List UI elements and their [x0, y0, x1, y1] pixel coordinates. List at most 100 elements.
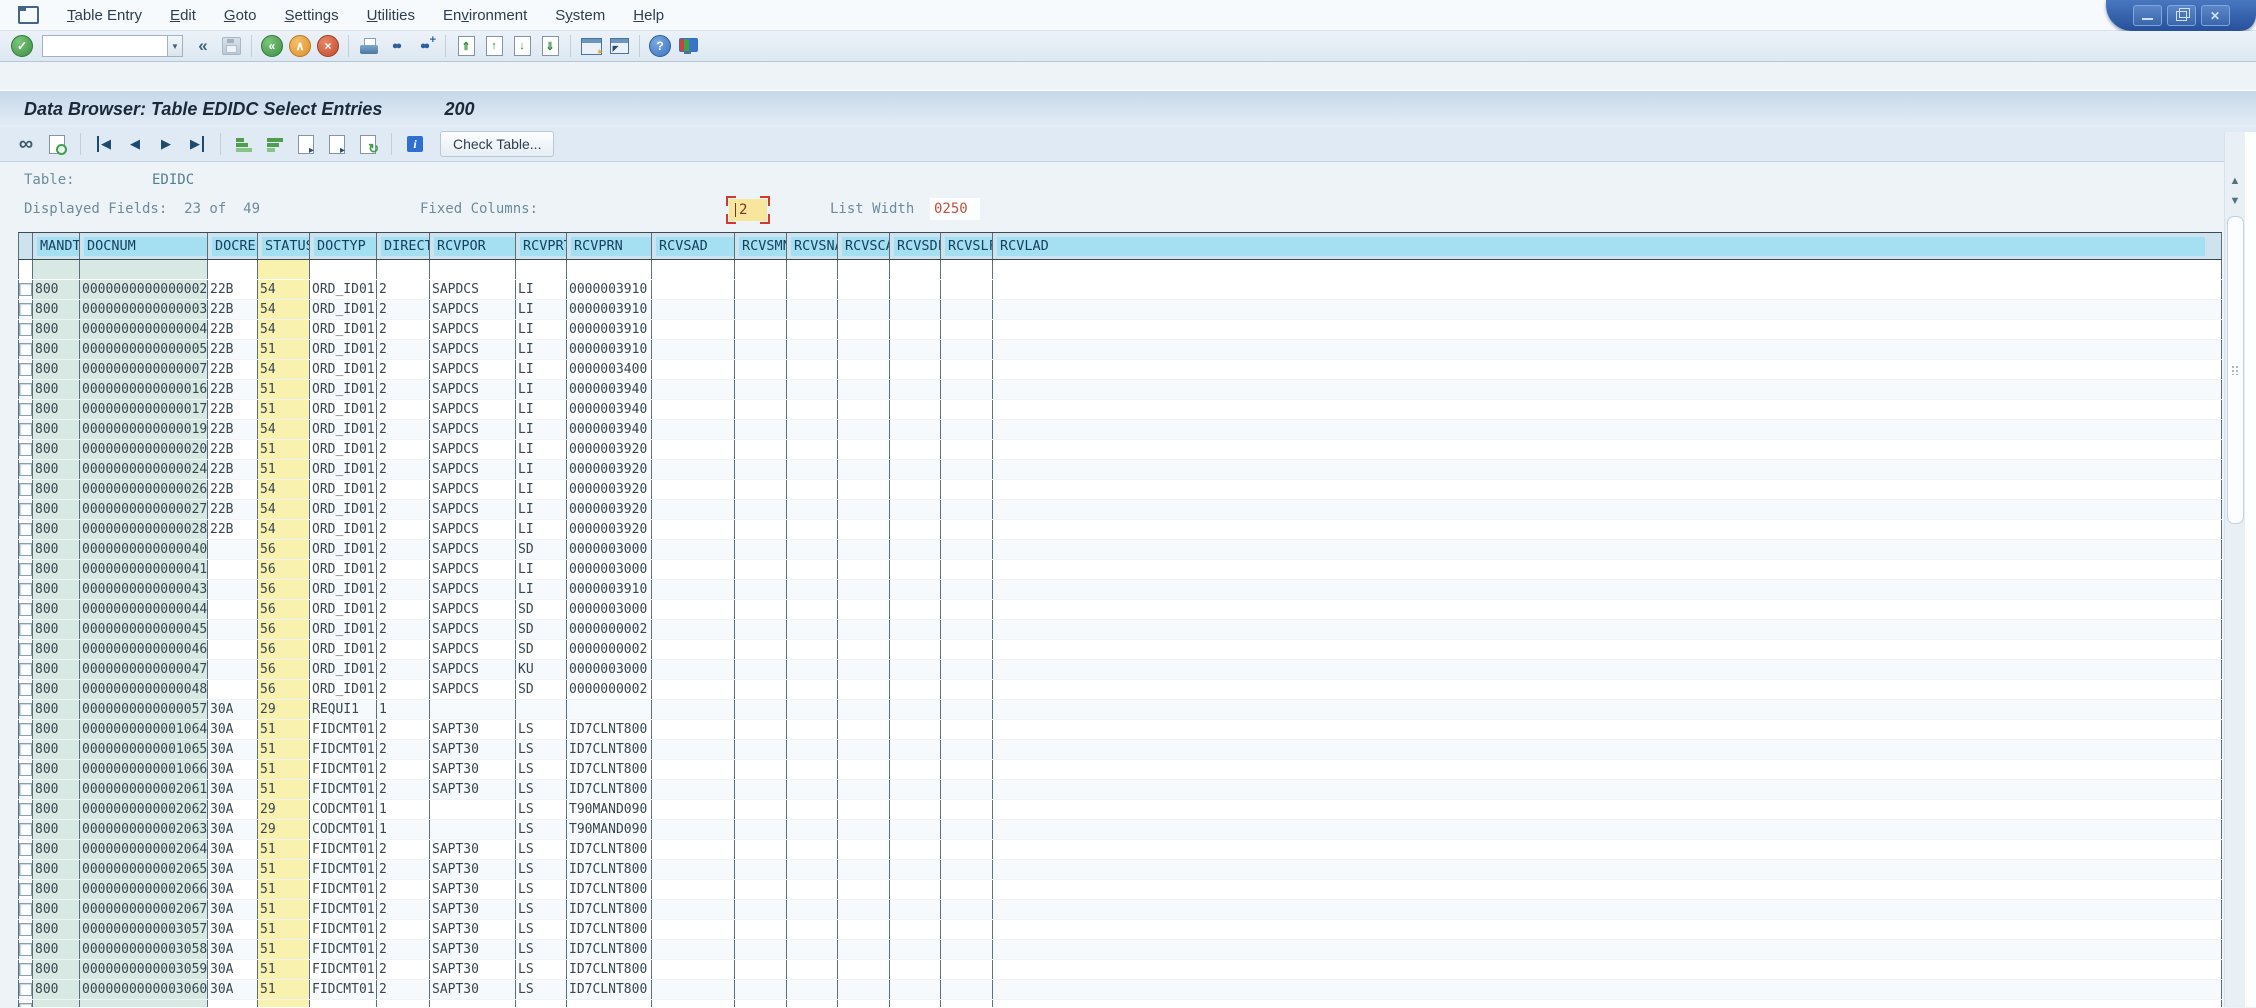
row-checkbox[interactable] [19, 483, 32, 496]
menu-help[interactable]: Help [619, 3, 678, 28]
row-checkbox[interactable] [19, 323, 32, 336]
first-page-button[interactable]: ⇑ [454, 34, 478, 58]
column-header-direct[interactable]: DIRECT [377, 233, 430, 259]
row-checkbox[interactable] [19, 783, 32, 796]
menu-settings[interactable]: Settings [270, 3, 352, 28]
row-checkbox[interactable] [19, 543, 32, 556]
restore-button[interactable] [2167, 5, 2196, 26]
row-checkbox[interactable] [19, 803, 32, 816]
row-checkbox[interactable] [19, 943, 32, 956]
row-checkbox[interactable] [19, 763, 32, 776]
row-checkbox[interactable] [19, 423, 32, 436]
menu-table-entry[interactable]: Table Entry [53, 3, 156, 28]
monitor-button[interactable] [676, 34, 700, 58]
row-checkbox[interactable] [19, 883, 32, 896]
scroll-down-icon[interactable]: ▼ [2228, 194, 2242, 208]
system-menu-icon[interactable] [18, 6, 39, 24]
last-page-button[interactable]: ⇓ [538, 34, 562, 58]
column-header-rcvprt[interactable]: RCVPRT [516, 233, 567, 259]
row-checkbox[interactable] [19, 383, 32, 396]
find-in-list-button[interactable] [45, 132, 69, 156]
column-header-rcvlad[interactable]: RCVLAD [993, 233, 2222, 259]
column-header-rcvsdf[interactable]: RCVSDF [890, 233, 941, 259]
row-checkbox[interactable] [19, 343, 32, 356]
column-header-docrel[interactable]: DOCREL [208, 233, 258, 259]
collapse-button[interactable]: « [191, 34, 215, 58]
scrollbar-thumb[interactable] [2227, 216, 2244, 524]
list-width-value[interactable]: 0250 [930, 198, 980, 220]
help-button[interactable]: ? [648, 34, 672, 58]
row-checkbox[interactable] [19, 283, 32, 296]
row-checkbox[interactable] [19, 963, 32, 976]
row-checkbox[interactable] [19, 923, 32, 936]
sort-ascending-button[interactable] [232, 132, 256, 156]
save-button[interactable] [219, 34, 243, 58]
fixed-columns-input[interactable]: 2 [729, 199, 767, 221]
menu-environment[interactable]: Environment [429, 3, 541, 28]
row-checkbox[interactable] [19, 863, 32, 876]
vertical-scrollbar[interactable]: ▲ ▼ [2224, 132, 2245, 1007]
row-checkbox[interactable] [19, 723, 32, 736]
row-checkbox[interactable] [19, 443, 32, 456]
delete-values-button[interactable] [325, 132, 349, 156]
previous-entry-button[interactable]: ◀ [123, 132, 147, 156]
command-field[interactable] [42, 35, 167, 57]
column-header-status[interactable]: STATUS [258, 233, 310, 259]
row-checkbox[interactable] [19, 623, 32, 636]
menu-utilities[interactable]: Utilities [353, 3, 429, 28]
column-header-rcvpor[interactable]: RCVPOR [430, 233, 516, 259]
row-checkbox[interactable] [19, 663, 32, 676]
menu-system[interactable]: System [541, 3, 619, 28]
print-button[interactable] [357, 34, 381, 58]
row-checkbox[interactable] [19, 823, 32, 836]
row-checkbox[interactable] [19, 1003, 32, 1007]
column-header-doctyp[interactable]: DOCTYP [310, 233, 377, 259]
column-header-rcvsna[interactable]: RCVSNA [787, 233, 838, 259]
info-button[interactable]: i [403, 132, 427, 156]
row-checkbox[interactable] [19, 743, 32, 756]
find-next-button[interactable]: ●●+ [413, 34, 437, 58]
previous-page-button[interactable]: ↑ [482, 34, 506, 58]
sort-descending-button[interactable] [263, 132, 287, 156]
row-checkbox[interactable] [19, 703, 32, 716]
next-entry-button[interactable]: ▶ [154, 132, 178, 156]
column-header-mandt[interactable]: MANDT [33, 233, 80, 259]
row-checkbox[interactable] [19, 363, 32, 376]
last-entry-button[interactable]: ▶ [185, 132, 209, 156]
column-header-rcvsad[interactable]: RCVSAD [652, 233, 735, 259]
menu-goto[interactable]: Goto [210, 3, 271, 28]
minimize-button[interactable] [2133, 5, 2162, 26]
row-checkbox[interactable] [19, 603, 32, 616]
check-table-button[interactable]: Check Table... [440, 131, 554, 157]
column-header-rcvslf[interactable]: RCVSLF [941, 233, 993, 259]
menu-edit[interactable]: Edit [156, 3, 210, 28]
row-checkbox[interactable] [19, 403, 32, 416]
row-checkbox[interactable] [19, 563, 32, 576]
create-shortcut-button[interactable] [607, 34, 631, 58]
row-checkbox[interactable] [19, 503, 32, 516]
row-checkbox[interactable] [19, 583, 32, 596]
set-values-button[interactable] [294, 132, 318, 156]
display-glasses-button[interactable]: ∞ [14, 132, 38, 156]
find-button[interactable]: ●● [385, 34, 409, 58]
row-checkbox[interactable] [19, 523, 32, 536]
next-page-button[interactable]: ↓ [510, 34, 534, 58]
row-checkbox[interactable] [19, 683, 32, 696]
column-header-rcvsmn[interactable]: RCVSMN [735, 233, 787, 259]
row-checkbox[interactable] [19, 843, 32, 856]
enter-button[interactable]: ✓ [10, 34, 34, 58]
column-header-docnum[interactable]: DOCNUM [80, 233, 208, 259]
exit-button[interactable]: ∧ [288, 34, 312, 58]
scroll-up-icon[interactable]: ▲ [2228, 174, 2242, 188]
row-checkbox[interactable] [19, 903, 32, 916]
close-button[interactable]: ✕ [2201, 5, 2230, 26]
back-button[interactable]: « [260, 34, 284, 58]
column-header-rcvsca[interactable]: RCVSCA [838, 233, 890, 259]
row-checkbox[interactable] [19, 643, 32, 656]
row-checkbox[interactable] [19, 983, 32, 996]
row-checkbox[interactable] [19, 463, 32, 476]
refresh-button[interactable] [356, 132, 380, 156]
new-session-button[interactable] [579, 34, 603, 58]
cancel-button[interactable]: × [316, 34, 340, 58]
command-dropdown-icon[interactable]: ▼ [167, 35, 183, 57]
